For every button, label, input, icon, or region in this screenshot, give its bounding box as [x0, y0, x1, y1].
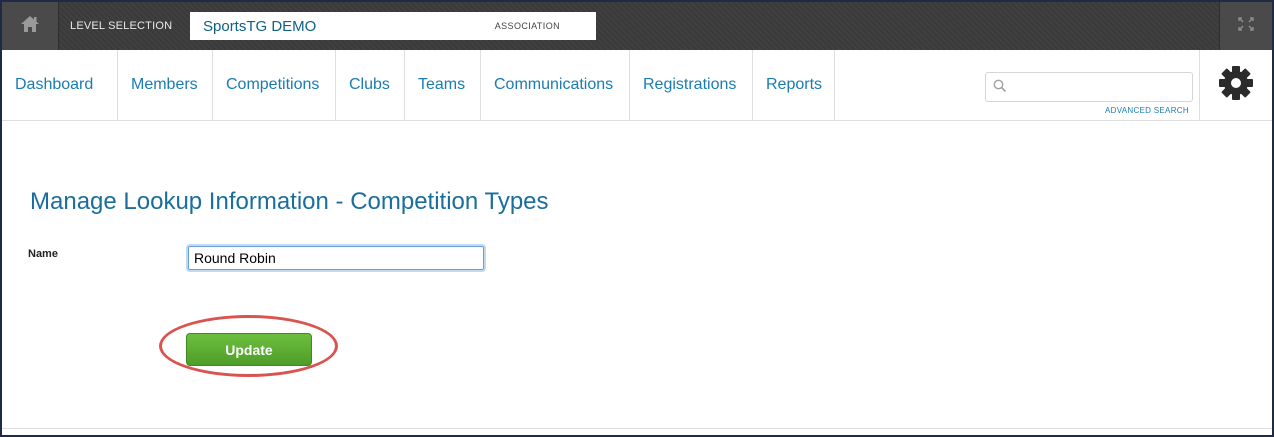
- settings-button[interactable]: [1199, 50, 1272, 120]
- top-bar: LEVEL SELECTION SportsTG DEMO ASSOCIATIO…: [2, 2, 1272, 50]
- page-title: Manage Lookup Information - Competition …: [30, 188, 549, 215]
- nav-item-dashboard[interactable]: Dashboard: [2, 50, 118, 120]
- fullscreen-button[interactable]: [1219, 2, 1272, 50]
- level-selection-button[interactable]: LEVEL SELECTION: [59, 13, 183, 39]
- association-type-label: ASSOCIATION: [494, 21, 560, 31]
- search-input[interactable]: [985, 72, 1193, 102]
- association-name: SportsTG DEMO: [203, 18, 317, 35]
- expand-icon: [1238, 16, 1254, 36]
- association-selector[interactable]: SportsTG DEMO ASSOCIATION: [190, 12, 596, 40]
- main-navigation: Dashboard Members Competitions Clubs Tea…: [2, 50, 1272, 121]
- home-button[interactable]: [2, 2, 59, 50]
- gear-icon: [1217, 64, 1255, 107]
- nav-item-registrations[interactable]: Registrations: [630, 50, 753, 120]
- home-icon: [20, 15, 40, 38]
- name-field[interactable]: [188, 246, 484, 270]
- search-icon: [993, 79, 1007, 98]
- update-button[interactable]: Update: [186, 333, 312, 366]
- nav-item-teams[interactable]: Teams: [405, 50, 481, 120]
- nav-item-clubs[interactable]: Clubs: [336, 50, 405, 120]
- nav-item-competitions[interactable]: Competitions: [213, 50, 336, 120]
- nav-item-communications[interactable]: Communications: [481, 50, 630, 120]
- advanced-search-link[interactable]: ADVANCED SEARCH: [1105, 106, 1189, 115]
- nav-item-members[interactable]: Members: [118, 50, 213, 120]
- nav-item-reports[interactable]: Reports: [753, 50, 835, 120]
- app-window: LEVEL SELECTION SportsTG DEMO ASSOCIATIO…: [0, 0, 1274, 437]
- name-label: Name: [28, 248, 58, 260]
- divider: [2, 428, 1272, 429]
